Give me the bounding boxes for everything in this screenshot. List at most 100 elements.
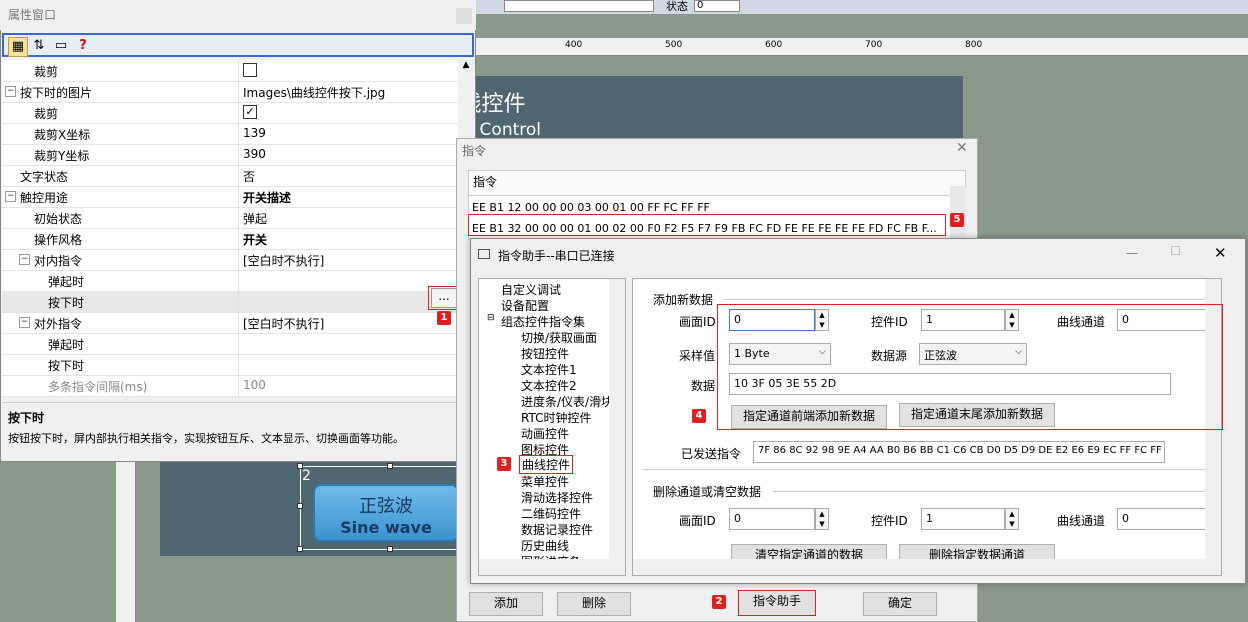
tree-item[interactable]: 自定义调试 xyxy=(501,281,561,298)
delete-channel-value: 0 xyxy=(1122,512,1129,525)
tree-hscrollbar[interactable] xyxy=(479,559,625,575)
property-row[interactable]: 文字状态 否 xyxy=(2,165,458,187)
add-button[interactable]: 添加 xyxy=(469,592,543,616)
divider xyxy=(723,299,1207,300)
highlight-frame xyxy=(468,214,946,236)
collapse-icon[interactable]: − xyxy=(19,254,30,265)
collapse-icon[interactable]: − xyxy=(19,317,30,328)
property-row[interactable]: 按下时 xyxy=(2,354,458,376)
step-badge: 5 xyxy=(950,213,964,227)
tree-item[interactable]: 菜单控件 xyxy=(521,473,569,490)
property-key: 裁剪 xyxy=(34,65,59,79)
property-row[interactable]: 操作风格 开关 xyxy=(2,228,458,250)
property-key: 弹起时 xyxy=(48,338,85,352)
resize-handle[interactable] xyxy=(387,463,393,469)
delete-button[interactable]: 删除 xyxy=(557,592,631,616)
tree-item[interactable]: 组态控件指令集 xyxy=(501,313,585,330)
description-text: 按钮按下时，屏内部执行相关指令，实现按钮互斥、文本显示、切换画面等功能。 xyxy=(8,432,404,445)
tree-item[interactable]: 数据记录控件 xyxy=(521,521,593,538)
toolbar-combo[interactable] xyxy=(504,0,654,12)
property-row[interactable]: 弹起时 xyxy=(2,270,458,292)
delete-channel-select[interactable]: 0⌵ xyxy=(1117,508,1217,530)
property-row[interactable]: 初始状态 弹起 xyxy=(2,207,458,229)
properties-window-title: 属性窗口 xyxy=(0,0,476,30)
property-description: 按下时 按钮按下时，屏内部执行相关指令，实现按钮互斥、文本显示、切换画面等功能。 xyxy=(2,402,474,458)
minimize-icon[interactable]: — xyxy=(1126,246,1138,260)
tree-item[interactable]: 二维码控件 xyxy=(521,505,581,522)
panel-hscrollbar[interactable] xyxy=(633,559,1221,575)
screen-id-label: 画面ID xyxy=(679,514,716,528)
property-key: 文字状态 xyxy=(20,170,69,184)
vertical-ruler xyxy=(116,462,136,622)
ok-button[interactable]: 确定 xyxy=(863,592,937,616)
property-row[interactable]: − 按下时的图片 Images\曲线控件按下.jpg xyxy=(2,81,458,103)
step-badge: 1 xyxy=(437,311,451,325)
command-helper-button[interactable]: 指令助手 xyxy=(738,590,816,616)
help-icon[interactable]: ? xyxy=(74,37,92,55)
collapse-icon[interactable]: ⊟ xyxy=(487,313,495,323)
tree-item[interactable]: 滑动选择控件 xyxy=(521,489,593,506)
property-row[interactable]: 多条指令间隔(ms) 100 xyxy=(2,375,458,397)
crop-checkbox-checked[interactable]: ✓ xyxy=(243,105,257,119)
delete-screen-id-field[interactable]: 0 xyxy=(729,508,815,530)
ruler-tick: 500 xyxy=(665,40,683,50)
resize-handle[interactable] xyxy=(297,503,303,509)
tree-scrollbar[interactable] xyxy=(609,279,625,575)
collapse-icon[interactable]: − xyxy=(5,191,16,202)
tree-item[interactable]: 动画控件 xyxy=(521,425,569,442)
sine-wave-button[interactable]: 正弦波 Sine wave xyxy=(313,484,459,542)
property-row[interactable]: 裁剪Y坐标 390 xyxy=(2,144,458,166)
close-icon[interactable]: ✕ xyxy=(956,140,968,156)
property-row[interactable]: − 触控用途 开关描述 xyxy=(2,186,458,208)
tree-item[interactable]: 按钮控件 xyxy=(521,345,569,362)
ruler-tick: 800 xyxy=(965,40,983,50)
property-value: [空白时不执行] xyxy=(243,317,325,331)
property-row[interactable]: 裁剪 xyxy=(2,60,458,82)
resize-handle[interactable] xyxy=(297,463,303,469)
tree-item[interactable]: 文本控件2 xyxy=(521,377,577,394)
sine-label-cn: 正弦波 xyxy=(359,496,413,517)
step-badge: 3 xyxy=(497,457,511,471)
ruler-tick: 700 xyxy=(865,40,883,50)
property-row[interactable]: 裁剪X坐标 139 xyxy=(2,123,458,145)
sent-command-field[interactable]: 7F 86 8C 92 98 9E A4 AA B0 B6 BB C1 C6 C… xyxy=(753,441,1165,463)
delete-control-id-stepper[interactable]: ▲ ▼ xyxy=(1005,508,1019,530)
property-key: 裁剪X坐标 xyxy=(34,128,91,142)
tree-item[interactable]: 设备配置 xyxy=(501,297,549,314)
property-row[interactable]: − 对外指令 [空白时不执行] xyxy=(2,312,458,334)
property-row[interactable]: − 对内指令 [空白时不执行] xyxy=(2,249,458,271)
property-value: 开关 xyxy=(243,233,268,247)
tree-item-selected[interactable]: 曲线控件 xyxy=(519,455,574,474)
tree-item[interactable]: 进度条/仪表/滑块 xyxy=(521,393,613,410)
property-row[interactable]: 裁剪 ✓ xyxy=(2,102,458,124)
crop-checkbox[interactable] xyxy=(243,63,257,77)
tree-item[interactable]: RTC时钟控件 xyxy=(521,409,591,426)
screen-id-label: 画面ID xyxy=(679,315,716,329)
property-row-selected[interactable]: 按下时 xyxy=(2,291,458,313)
tree-item[interactable]: 历史曲线 xyxy=(521,537,569,554)
close-icon[interactable] xyxy=(456,8,472,24)
helper-window-title: 指令助手--串口已连接 xyxy=(498,249,615,263)
property-key: 多条指令间隔(ms) xyxy=(48,380,148,394)
sine-label-en: Sine wave xyxy=(340,518,432,537)
close-icon[interactable]: ✕ xyxy=(1214,244,1227,262)
delete-screen-id-stepper[interactable]: ▲ ▼ xyxy=(815,508,829,530)
step-badge: 4 xyxy=(692,409,706,423)
delete-control-id-field[interactable]: 1 xyxy=(921,508,1005,530)
tree-item[interactable]: 文本控件1 xyxy=(521,361,577,378)
command-list-header: 指令 xyxy=(469,171,965,196)
delete-section-title: 删除通道或清空数据 xyxy=(653,485,762,499)
property-row[interactable]: 弹起时 xyxy=(2,333,458,355)
control-id-label: 控件ID xyxy=(871,514,908,528)
status-combo[interactable]: 0 xyxy=(694,0,740,12)
resize-handle[interactable] xyxy=(387,546,393,552)
property-value: Images\曲线控件按下.jpg xyxy=(243,86,386,100)
tree-item[interactable]: 切换/获取画面 xyxy=(521,329,597,346)
property-key: 按下时的图片 xyxy=(20,86,93,100)
property-pages-icon[interactable]: ▭ xyxy=(52,37,70,55)
categorized-icon[interactable]: ▦ xyxy=(8,37,28,57)
maximize-icon[interactable]: ☐ xyxy=(1170,244,1181,258)
collapse-icon[interactable]: − xyxy=(5,86,16,97)
resize-handle[interactable] xyxy=(297,546,303,552)
sort-alpha-icon[interactable]: ⇅ xyxy=(30,37,48,55)
